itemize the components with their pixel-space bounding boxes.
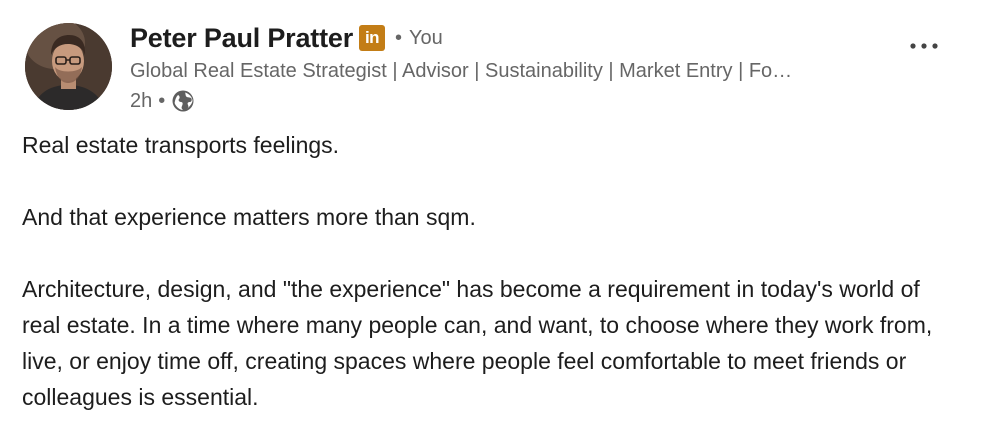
post-paragraph: Architecture, design, and "the experienc… bbox=[22, 276, 933, 410]
more-options-button[interactable] bbox=[906, 34, 942, 58]
post-timestamp-row: 2h • bbox=[130, 87, 792, 115]
post-paragraph: Real estate transports feelings. bbox=[22, 132, 340, 158]
separator-dot: • bbox=[158, 89, 166, 112]
author-headline: Global Real Estate Strategist | Advisor … bbox=[130, 60, 793, 82]
more-options-icon bbox=[910, 43, 938, 49]
author-name[interactable]: Peter Paul Pratter bbox=[130, 23, 353, 54]
post-paragraph: And that experience matters more than sq… bbox=[22, 204, 476, 230]
author-meta: Peter Paul Pratter in • You Global Real … bbox=[130, 20, 792, 115]
author-name-row: Peter Paul Pratter in • You bbox=[130, 20, 792, 56]
separator-dot: • bbox=[395, 26, 403, 49]
post-body: Real estate transports feelings. And tha… bbox=[22, 127, 962, 415]
feed-post: Peter Paul Pratter in • You Global Real … bbox=[0, 0, 994, 446]
post-header: Peter Paul Pratter in • You Global Real … bbox=[22, 20, 972, 120]
relation-label: You bbox=[409, 26, 443, 49]
author-avatar[interactable] bbox=[25, 23, 112, 110]
post-time: 2h bbox=[130, 89, 153, 112]
avatar-photo bbox=[25, 23, 112, 110]
linkedin-premium-badge-icon: in bbox=[359, 25, 385, 51]
globe-icon bbox=[171, 89, 195, 113]
